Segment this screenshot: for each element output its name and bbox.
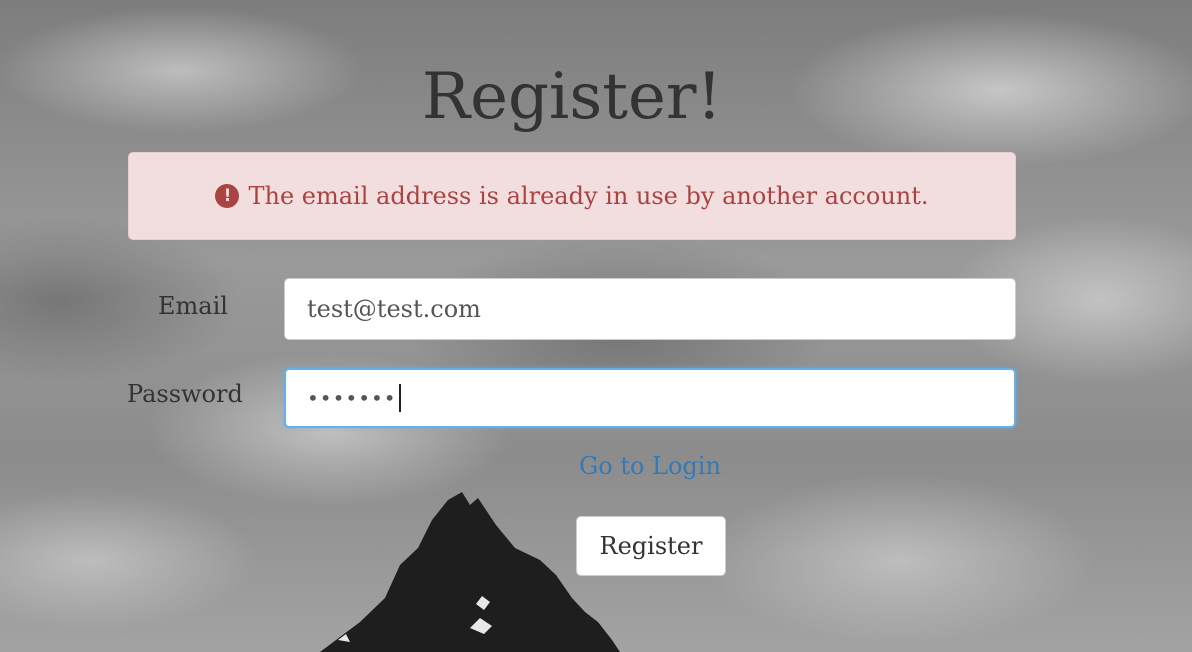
password-field[interactable]: ••••••• — [284, 368, 1016, 428]
password-label: Password — [127, 380, 243, 408]
email-field[interactable]: test@test.com — [284, 278, 1016, 340]
text-cursor — [398, 384, 401, 412]
exclamation-circle-icon: ! — [215, 184, 240, 208]
email-label: Email — [158, 292, 228, 320]
register-button[interactable]: Register — [576, 516, 726, 576]
email-value: test@test.com — [307, 295, 481, 323]
password-value: ••••••• — [307, 386, 397, 410]
page-title: Register! — [421, 60, 723, 134]
go-to-login-link[interactable]: Go to Login — [0, 452, 1192, 480]
error-alert: ! The email address is already in use by… — [128, 152, 1016, 240]
error-message: The email address is already in use by a… — [248, 182, 929, 210]
